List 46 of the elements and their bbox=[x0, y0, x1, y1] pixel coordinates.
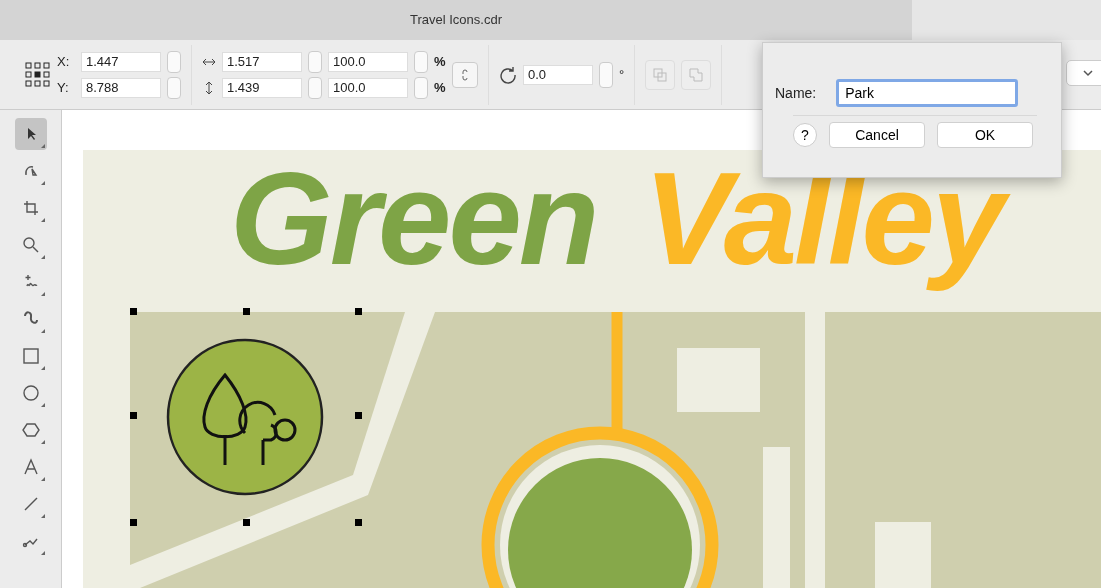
selection-handle[interactable] bbox=[355, 308, 362, 315]
selection-handle[interactable] bbox=[130, 519, 137, 526]
overlap-squares-icon bbox=[652, 66, 669, 83]
degree-unit: ° bbox=[619, 67, 625, 82]
window-title: Travel Icons.cdr bbox=[410, 12, 502, 29]
title-word: Green bbox=[229, 144, 598, 294]
link-icon bbox=[460, 68, 470, 81]
number-field[interactable]: 8.788 bbox=[81, 77, 161, 98]
y-label: Y: bbox=[57, 80, 70, 95]
selection-handle[interactable] bbox=[130, 308, 137, 315]
spinner[interactable] bbox=[599, 61, 613, 88]
selection-handle[interactable] bbox=[355, 412, 362, 419]
combine-button[interactable] bbox=[681, 59, 712, 90]
cancel-button[interactable]: Cancel bbox=[829, 122, 925, 148]
selection-handle[interactable] bbox=[243, 308, 250, 315]
spinner[interactable] bbox=[167, 50, 181, 73]
number-field[interactable]: 1.517 bbox=[222, 51, 302, 72]
selection-handle[interactable] bbox=[355, 519, 362, 526]
name-field[interactable]: Park bbox=[836, 79, 1019, 107]
spinner[interactable] bbox=[167, 76, 181, 99]
spinner[interactable] bbox=[414, 76, 428, 99]
selection-handle[interactable] bbox=[243, 519, 250, 526]
horizontal-arrow-icon bbox=[202, 56, 216, 67]
help-button[interactable]: ? bbox=[793, 123, 817, 147]
rotate-icon bbox=[499, 65, 517, 84]
chevron-icon bbox=[1083, 69, 1093, 77]
percent-unit: % bbox=[434, 80, 446, 95]
x-label: X: bbox=[57, 54, 71, 69]
group-button[interactable] bbox=[645, 59, 676, 90]
number-field[interactable]: 1.447 bbox=[81, 51, 161, 72]
pick-tool-icon[interactable] bbox=[14, 118, 47, 150]
percent-unit: % bbox=[434, 54, 446, 69]
merged-shape-icon bbox=[688, 66, 705, 83]
name-label: Name: bbox=[775, 85, 817, 101]
spinner[interactable] bbox=[308, 50, 322, 73]
selection-handle[interactable] bbox=[130, 412, 137, 419]
lock-ratio-button[interactable] bbox=[452, 61, 478, 88]
spinner[interactable] bbox=[414, 50, 428, 73]
number-field[interactable]: 1.439 bbox=[222, 77, 302, 98]
ok-button[interactable]: OK bbox=[937, 122, 1033, 148]
spinner[interactable] bbox=[308, 76, 322, 99]
number-field[interactable]: 100.0 bbox=[328, 77, 408, 98]
dropdown-field[interactable] bbox=[1066, 60, 1101, 86]
rotation-field[interactable]: 0.0 bbox=[523, 64, 593, 85]
anchor-grid-icon[interactable] bbox=[25, 61, 51, 88]
number-field[interactable]: 100.0 bbox=[328, 51, 408, 72]
